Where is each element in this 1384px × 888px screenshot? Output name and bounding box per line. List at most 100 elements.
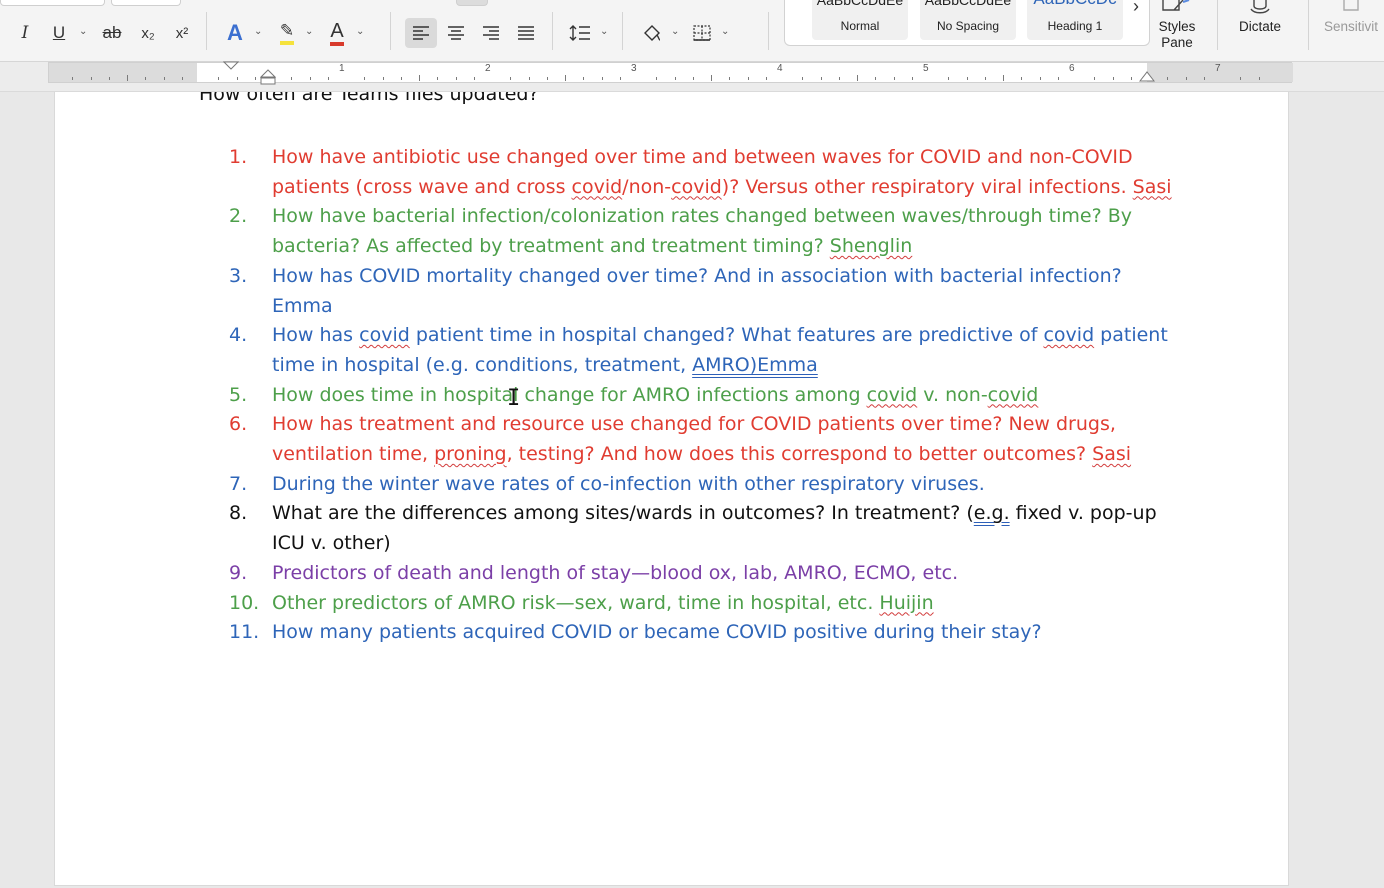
style-name: Normal <box>840 19 880 33</box>
ribbon-toolbar: I U ⌄ ab x₂ x² A ⌄ ✎ ⌄ A ⌄ ⌄ ⌄ ⌄ AaBbCcD… <box>0 0 1384 62</box>
highlight-options-icon[interactable]: ⌄ <box>305 26 313 37</box>
ruler-tick <box>820 77 822 80</box>
highlight-button[interactable]: ✎ <box>272 18 302 48</box>
sensitivity-icon <box>1343 0 1359 11</box>
align-left-icon <box>413 26 429 40</box>
list-text: How has <box>272 324 360 347</box>
align-center-button[interactable] <box>440 18 472 48</box>
ruler-tick <box>911 77 913 80</box>
ruler-tick <box>857 75 858 81</box>
grammar-flagged-text: e.g. <box>973 502 1010 525</box>
ruler-tick <box>1094 77 1096 80</box>
page-heading: How often are Teams files updated? <box>199 92 539 105</box>
font-name-box-fragment[interactable] <box>0 0 105 6</box>
underline-options-icon[interactable]: ⌄ <box>79 26 87 37</box>
list-number: 2. <box>229 205 248 228</box>
list-number: 10. <box>229 591 260 614</box>
font-size-box-fragment[interactable] <box>111 0 181 6</box>
spelling-flagged-word: covid <box>866 383 918 406</box>
ruler-tick <box>765 77 767 80</box>
style-normal[interactable]: AaBbCcDdEe Normal <box>812 0 908 40</box>
borders-button[interactable] <box>688 18 716 48</box>
borders-options-icon[interactable]: ⌄ <box>721 26 729 37</box>
text-effects-options-icon[interactable]: ⌄ <box>254 26 262 37</box>
style-no-spacing[interactable]: AaBbCcDdEe No Spacing <box>920 0 1016 40</box>
list-item[interactable]: 7. During the winter wave rates of co-inf… <box>55 470 1288 500</box>
list-text: How does time in hospital change for AMR… <box>272 383 867 406</box>
line-spacing-options-icon[interactable]: ⌄ <box>600 26 608 37</box>
ruler-track[interactable]: 1 2 3 4 5 6 7 <box>48 61 1293 85</box>
shading-button[interactable] <box>638 18 666 48</box>
highlighter-icon: ✎ <box>279 21 295 45</box>
paragraph-button-fragment[interactable] <box>456 0 488 6</box>
hanging-indent-marker[interactable] <box>260 69 276 85</box>
list-item[interactable]: 1. How have antibiotic use changed over t… <box>55 143 1288 202</box>
ruler-tick <box>1112 77 1114 80</box>
ruler-tick <box>291 77 293 80</box>
style-preview: AaBbCcDc <box>1027 0 1123 9</box>
text-effects-button[interactable]: A <box>220 18 250 48</box>
spelling-flagged-word: Shenglin <box>829 235 913 258</box>
ruler-tick <box>601 77 603 80</box>
list-item[interactable]: 5. How does time in hospital change for A… <box>55 381 1288 411</box>
list-number: 1. <box>229 146 248 168</box>
document-page[interactable]: How often are Teams files updated? 1. How… <box>54 92 1289 886</box>
ruler-tick <box>948 77 950 80</box>
ruler-tick <box>163 77 165 80</box>
ruler-tick <box>419 75 420 81</box>
right-indent-marker[interactable] <box>1139 69 1155 83</box>
list-text: Other predictors of AMRO risk—sex, ward,… <box>272 591 880 614</box>
list-item[interactable]: 10. Other predictors of AMRO risk—sex, wa… <box>55 589 1288 619</box>
align-left-button[interactable] <box>405 18 437 48</box>
subscript-button[interactable]: x₂ <box>134 18 162 48</box>
dictate-button[interactable]: Dictate <box>1228 0 1292 58</box>
ruler-tick <box>473 77 475 80</box>
list-item[interactable]: 6. How has treatment and resource use cha… <box>55 410 1288 469</box>
superscript-button[interactable]: x² <box>168 18 196 48</box>
ruler-left-margin <box>49 63 197 82</box>
toolbar-separator <box>768 12 769 50</box>
ruler-tick <box>1057 77 1059 80</box>
ruler-tick <box>528 77 530 80</box>
sensitivity-button[interactable]: Sensitivit <box>1318 0 1384 58</box>
ruler-tick <box>90 77 92 80</box>
ruler-number: 7 <box>1215 63 1221 74</box>
style-preview: AaBbCcDdEe <box>816 0 904 8</box>
ruler-tick <box>382 77 384 80</box>
justify-button[interactable] <box>510 18 542 48</box>
ruler-tick <box>711 75 712 81</box>
list-item[interactable]: 11. How many patients acquired COVID or b… <box>55 618 1288 648</box>
ruler-tick <box>619 77 621 80</box>
align-right-button[interactable] <box>475 18 507 48</box>
font-color-button[interactable]: A <box>322 18 352 48</box>
ruler-tick <box>145 77 147 80</box>
ruler-tick <box>875 77 877 80</box>
toolbar-separator <box>1308 0 1309 50</box>
ruler-number: 2 <box>485 63 491 74</box>
font-color-options-icon[interactable]: ⌄ <box>356 26 364 37</box>
ruler-tick <box>1130 77 1132 80</box>
italic-button[interactable]: I <box>12 18 38 48</box>
list-item[interactable]: 3. How has COVID mortality changed over t… <box>55 262 1288 321</box>
line-spacing-button[interactable] <box>566 18 594 48</box>
list-item[interactable]: 9. Predictors of death and length of stay… <box>55 559 1288 589</box>
ruler-tick <box>656 77 658 80</box>
underline-button[interactable]: U <box>46 18 72 48</box>
spelling-flagged-word: covid <box>671 175 722 198</box>
styles-gallery: AaBbCcDdEe Normal AaBbCcDdEe No Spacing … <box>784 0 1150 46</box>
ruler-tick <box>327 77 329 80</box>
styles-pane-button[interactable]: Styles Pane <box>1150 0 1204 58</box>
style-name: Heading 1 <box>1047 19 1103 33</box>
toolbar-separator <box>1217 0 1218 50</box>
styles-more-icon[interactable]: › <box>1133 0 1139 17</box>
style-heading-1[interactable]: AaBbCcDc Heading 1 <box>1027 0 1123 40</box>
ruler-tick <box>893 77 895 80</box>
list-item[interactable]: 4. How has covid patient time in hospital… <box>55 321 1288 380</box>
list-number: 3. <box>229 264 248 287</box>
shading-options-icon[interactable]: ⌄ <box>671 26 679 37</box>
list-text: v. non- <box>917 383 988 406</box>
list-item[interactable]: 2. How have bacterial infection/colonizat… <box>55 202 1288 261</box>
strikethrough-button[interactable]: ab <box>98 18 126 48</box>
first-line-indent-marker[interactable] <box>223 61 239 83</box>
list-item[interactable]: 8. What are the differences among sites/w… <box>55 499 1288 558</box>
